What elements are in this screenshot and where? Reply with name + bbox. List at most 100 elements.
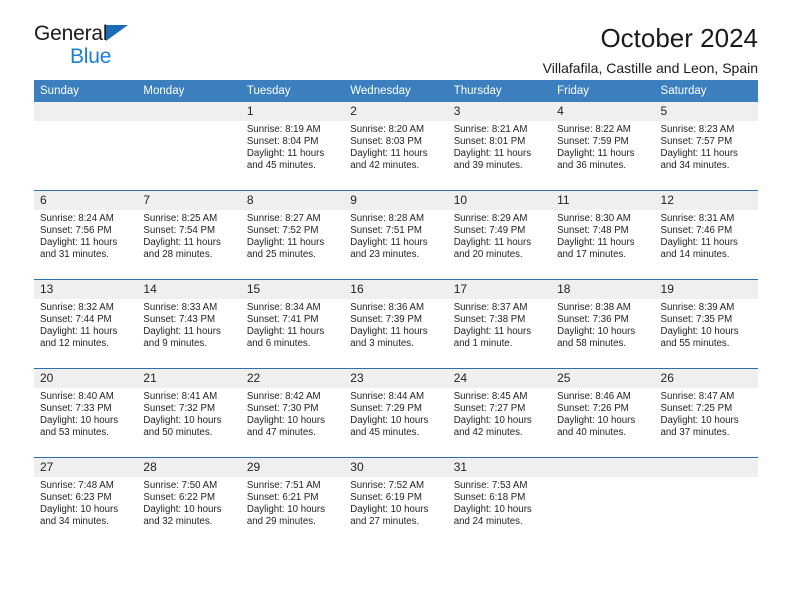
sunrise-text: Sunrise: 8:33 AM: [143, 302, 218, 313]
calendar-day-cell[interactable]: 31 Sunrise: 7:53 AM Sunset: 6:18 PM Dayligh…: [447, 457, 552, 546]
sunset-text: Sunset: 7:30 PM: [246, 403, 319, 415]
sunset-text: Sunset: 7:52 PM: [246, 225, 319, 237]
day-details: Sunrise: 7:48 AM Sunset: 6:23 PM Daylight:…: [34, 477, 137, 528]
day-details: Sunrise: 8:30 AM Sunset: 7:48 PM Daylight:…: [551, 210, 654, 261]
calendar-day-cell[interactable]: 13 Sunrise: 8:32 AM Sunset: 7:44 PM Dayligh…: [34, 279, 138, 369]
daylight-text: Daylight: 11 hours and 1 minute.: [453, 326, 532, 350]
day-details: Sunrise: 8:24 AM Sunset: 7:56 PM Daylight:…: [34, 210, 137, 261]
calendar-day-cell[interactable]: 5 Sunrise: 8:23 AM Sunset: 7:57 PM Daylight…: [654, 102, 758, 191]
sunset-text: Sunset: 8:01 PM: [453, 136, 526, 148]
calendar-day-cell[interactable]: 15 Sunrise: 8:34 AM Sunset: 7:41 PM Dayligh…: [240, 279, 345, 369]
calendar-day-cell[interactable]: 29 Sunrise: 7:51 AM Sunset: 6:21 PM Dayligh…: [240, 457, 345, 546]
day-details: Sunrise: 8:45 AM Sunset: 7:27 PM Daylight:…: [448, 388, 551, 439]
sunrise-text: Sunrise: 7:50 AM: [143, 480, 218, 491]
sunset-text: Sunset: 7:38 PM: [453, 314, 526, 326]
weekday-header-row: Sunday Monday Tuesday Wednesday Thursday…: [34, 80, 758, 102]
sunrise-text: Sunrise: 8:30 AM: [557, 213, 631, 224]
day-details: Sunrise: 8:33 AM Sunset: 7:43 PM Daylight:…: [137, 299, 240, 350]
calendar-day-cell[interactable]: 20 Sunrise: 8:40 AM Sunset: 7:33 PM Dayligh…: [34, 368, 138, 458]
sunrise-text: Sunrise: 8:47 AM: [660, 391, 735, 402]
day-number: 6: [34, 191, 138, 210]
day-details: Sunrise: 8:36 AM Sunset: 7:39 PM Daylight:…: [344, 299, 447, 350]
sunrise-text: Sunrise: 8:22 AM: [557, 124, 631, 135]
daylight-text: Daylight: 11 hours and 9 minutes.: [143, 326, 221, 350]
calendar-day-cell[interactable]: 6 Sunrise: 8:24 AM Sunset: 7:56 PM Daylight…: [34, 190, 138, 280]
calendar-day-cell[interactable]: 2 Sunrise: 8:20 AM Sunset: 8:03 PM Daylight…: [344, 102, 448, 191]
sunrise-text: Sunrise: 8:23 AM: [660, 124, 735, 135]
day-number: [34, 102, 138, 121]
calendar-day-cell[interactable]: 16 Sunrise: 8:36 AM Sunset: 7:39 PM Dayligh…: [344, 279, 448, 369]
sunrise-text: Sunrise: 8:28 AM: [350, 213, 425, 224]
daylight-text: Daylight: 10 hours and 58 minutes.: [557, 326, 636, 350]
calendar-day-cell[interactable]: 24 Sunrise: 8:45 AM Sunset: 7:27 PM Dayligh…: [447, 368, 552, 458]
day-details: Sunrise: 7:50 AM Sunset: 6:22 PM Daylight:…: [137, 477, 240, 528]
logo-text-general: General: [34, 22, 108, 45]
daylight-text: Daylight: 11 hours and 14 minutes.: [660, 237, 738, 261]
sunset-text: Sunset: 7:41 PM: [246, 314, 319, 326]
calendar-day-cell[interactable]: 18 Sunrise: 8:38 AM Sunset: 7:36 PM Dayligh…: [551, 279, 655, 369]
sunrise-sunset-calendar: Sunday Monday Tuesday Wednesday Thursday…: [34, 80, 758, 546]
daylight-text: Daylight: 11 hours and 6 minutes.: [246, 326, 325, 350]
calendar-day-cell[interactable]: 14 Sunrise: 8:33 AM Sunset: 7:43 PM Dayligh…: [137, 279, 241, 369]
day-number: 28: [137, 458, 241, 477]
calendar-day-cell[interactable]: 25 Sunrise: 8:46 AM Sunset: 7:26 PM Dayligh…: [551, 368, 655, 458]
daylight-text: Daylight: 11 hours and 34 minutes.: [660, 148, 738, 172]
calendar-day-cell[interactable]: 3 Sunrise: 8:21 AM Sunset: 8:01 PM Daylight…: [447, 102, 552, 191]
daylight-text: Daylight: 10 hours and 55 minutes.: [660, 326, 739, 350]
sunrise-text: Sunrise: 8:20 AM: [350, 124, 425, 135]
calendar-day-cell[interactable]: 28 Sunrise: 7:50 AM Sunset: 6:22 PM Dayligh…: [137, 457, 241, 546]
day-number: 2: [344, 102, 448, 121]
calendar-body: 1 Sunrise: 8:19 AM Sunset: 8:04 PM Daylight…: [34, 102, 758, 546]
daylight-text: Daylight: 10 hours and 29 minutes.: [246, 504, 325, 528]
daylight-text: Daylight: 10 hours and 37 minutes.: [660, 415, 739, 439]
calendar-day-cell[interactable]: 7 Sunrise: 8:25 AM Sunset: 7:54 PM Daylight…: [137, 190, 241, 280]
day-details: Sunrise: 8:32 AM Sunset: 7:44 PM Daylight:…: [34, 299, 137, 350]
calendar-day-cell[interactable]: 10 Sunrise: 8:29 AM Sunset: 7:49 PM Dayligh…: [447, 190, 552, 280]
sunrise-text: Sunrise: 8:24 AM: [40, 213, 114, 224]
calendar-day-cell[interactable]: 4 Sunrise: 8:22 AM Sunset: 7:59 PM Daylight…: [551, 102, 655, 191]
calendar-day-cell[interactable]: 11 Sunrise: 8:30 AM Sunset: 7:48 PM Dayligh…: [551, 190, 655, 280]
daylight-text: Daylight: 10 hours and 53 minutes.: [40, 415, 119, 439]
calendar-day-cell[interactable]: 17 Sunrise: 8:37 AM Sunset: 7:38 PM Dayligh…: [447, 279, 552, 369]
calendar-day-cell[interactable]: 27 Sunrise: 7:48 AM Sunset: 6:23 PM Dayligh…: [34, 457, 138, 546]
day-details: Sunrise: 7:52 AM Sunset: 6:19 PM Daylight:…: [344, 477, 447, 528]
day-details: Sunrise: 8:21 AM Sunset: 8:01 PM Daylight:…: [448, 121, 551, 172]
sunrise-text: Sunrise: 7:53 AM: [453, 480, 528, 491]
calendar-day-cell[interactable]: 12 Sunrise: 8:31 AM Sunset: 7:46 PM Dayligh…: [654, 190, 758, 280]
sunrise-text: Sunrise: 8:29 AM: [453, 213, 528, 224]
sunrise-text: Sunrise: 8:42 AM: [246, 391, 321, 402]
daylight-text: Daylight: 10 hours and 34 minutes.: [40, 504, 119, 528]
sunset-text: Sunset: 7:54 PM: [143, 225, 216, 237]
calendar-day-cell[interactable]: 19 Sunrise: 8:39 AM Sunset: 7:35 PM Dayligh…: [654, 279, 758, 369]
sunrise-text: Sunrise: 8:31 AM: [660, 213, 735, 224]
daylight-text: Daylight: 11 hours and 36 minutes.: [557, 148, 635, 172]
calendar-week-row: 6 Sunrise: 8:24 AM Sunset: 7:56 PM Daylight…: [34, 190, 758, 280]
page-header: General Blue October 2024 Villafafila, C…: [34, 0, 758, 76]
day-number: 23: [344, 369, 448, 388]
calendar-day-cell[interactable]: 22 Sunrise: 8:42 AM Sunset: 7:30 PM Dayligh…: [240, 368, 345, 458]
sunrise-text: Sunrise: 8:41 AM: [143, 391, 218, 402]
calendar-page: General Blue October 2024 Villafafila, C…: [0, 0, 792, 612]
sunrise-text: Sunrise: 8:34 AM: [246, 302, 321, 313]
daylight-text: Daylight: 11 hours and 45 minutes.: [246, 148, 325, 172]
calendar-day-cell[interactable]: 1 Sunrise: 8:19 AM Sunset: 8:04 PM Daylight…: [240, 102, 345, 191]
sunrise-text: Sunrise: 8:40 AM: [40, 391, 114, 402]
calendar-day-cell[interactable]: 8 Sunrise: 8:27 AM Sunset: 7:52 PM Daylight…: [240, 190, 345, 280]
day-number: 10: [447, 191, 552, 210]
daylight-text: Daylight: 11 hours and 31 minutes.: [40, 237, 118, 261]
weekday-header-friday: Friday: [551, 80, 655, 102]
day-number: 9: [344, 191, 448, 210]
daylight-text: Daylight: 11 hours and 25 minutes.: [246, 237, 325, 261]
calendar-day-cell[interactable]: 30 Sunrise: 7:52 AM Sunset: 6:19 PM Dayligh…: [344, 457, 448, 546]
day-number: 16: [344, 280, 448, 299]
day-number: 12: [654, 191, 758, 210]
day-number: 30: [344, 458, 448, 477]
calendar-day-cell[interactable]: 26 Sunrise: 8:47 AM Sunset: 7:25 PM Dayligh…: [654, 368, 758, 458]
sunset-text: Sunset: 6:23 PM: [40, 492, 112, 504]
calendar-day-cell[interactable]: 9 Sunrise: 8:28 AM Sunset: 7:51 PM Daylight…: [344, 190, 448, 280]
daylight-text: Daylight: 10 hours and 42 minutes.: [453, 415, 532, 439]
day-number: 3: [447, 102, 552, 121]
calendar-day-cell[interactable]: 23 Sunrise: 8:44 AM Sunset: 7:29 PM Dayligh…: [344, 368, 448, 458]
calendar-day-cell[interactable]: 21 Sunrise: 8:41 AM Sunset: 7:32 PM Dayligh…: [137, 368, 241, 458]
daylight-text: Daylight: 10 hours and 32 minutes.: [143, 504, 222, 528]
